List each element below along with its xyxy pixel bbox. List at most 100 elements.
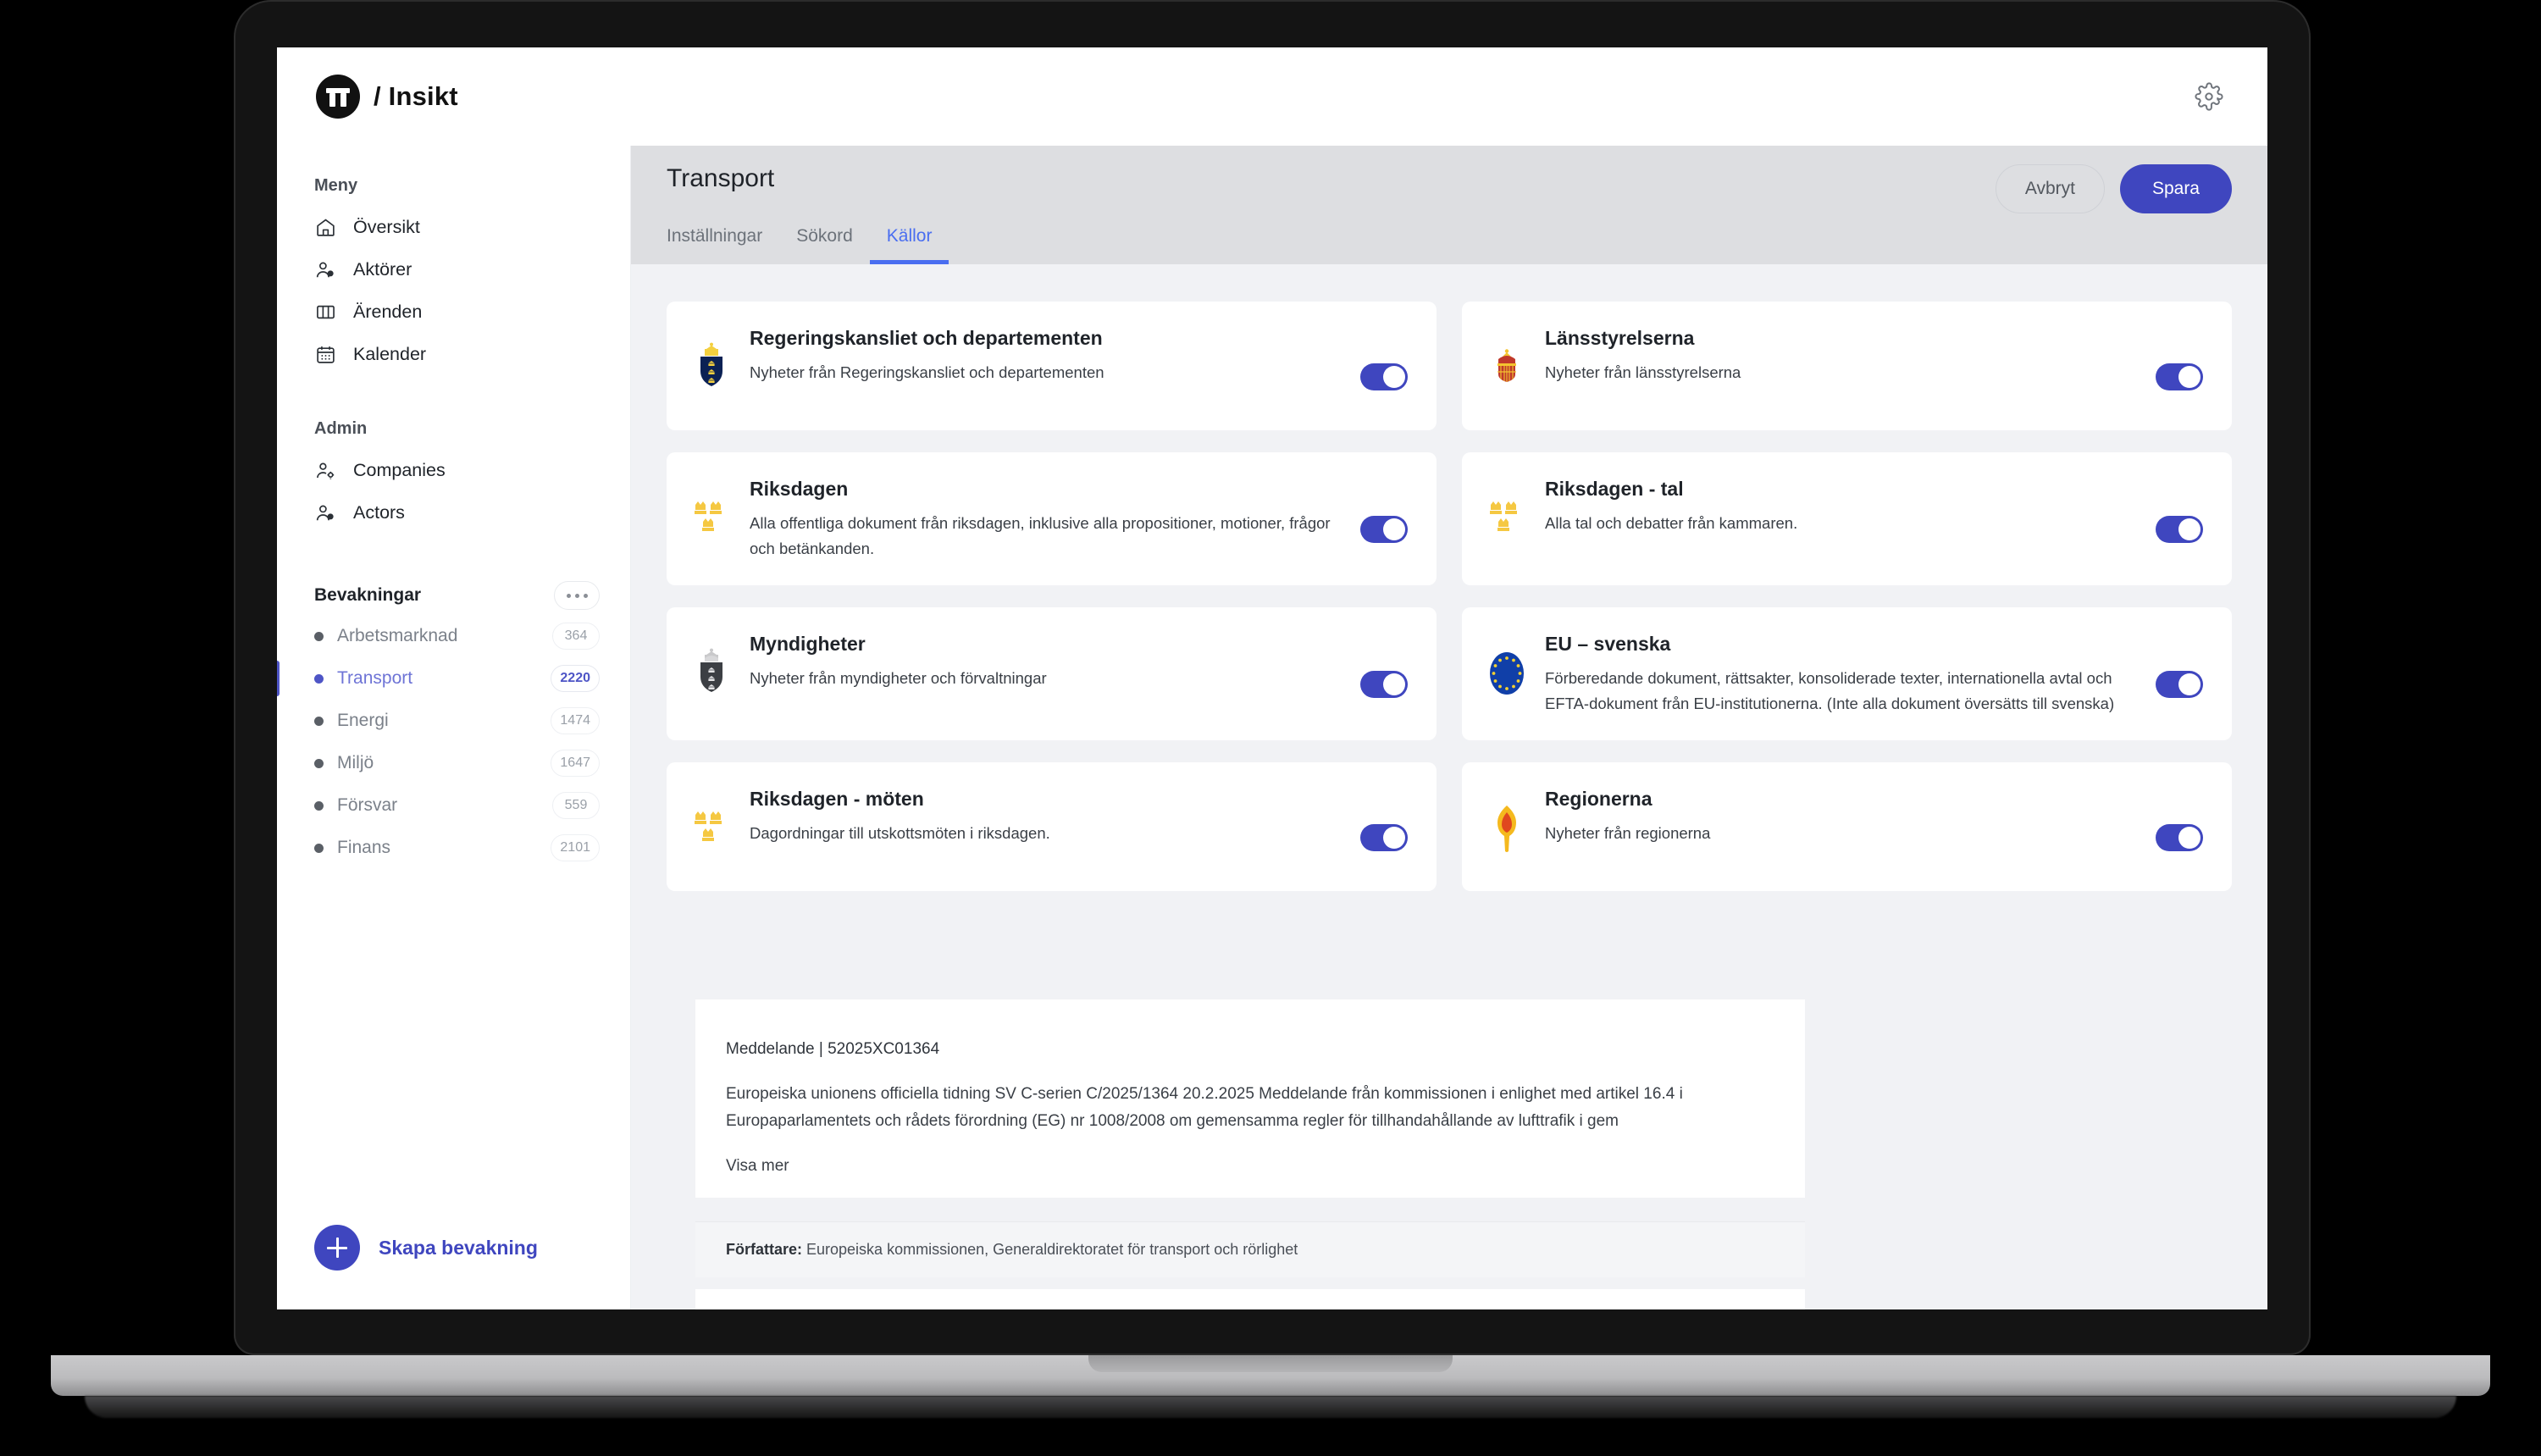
sidebar-item-label: Actors <box>353 501 405 523</box>
sources-grid: Regeringskansliet och departementen Nyhe… <box>667 302 2232 891</box>
source-card-body: EU – svenska Förberedande dokument, rätt… <box>1530 631 2142 717</box>
source-toggle[interactable] <box>1360 823 1408 851</box>
document-body-line-2: Europaparlamentets och rådets förordning… <box>726 1111 1619 1130</box>
document-card-tail <box>695 1289 1805 1309</box>
top-bar: / Insikt <box>277 47 2267 146</box>
watch-item-label: Miljö <box>337 753 374 772</box>
red-crown-icon <box>1484 337 1530 398</box>
source-toggle[interactable] <box>2156 671 2203 699</box>
users-icon <box>314 258 336 280</box>
source-card-body: Regionerna Nyheter från regionerna <box>1530 786 2142 846</box>
source-toggle[interactable] <box>1360 363 1408 390</box>
source-title: Regeringskansliet och departementen <box>750 327 1103 349</box>
document-meta: Meddelande | 52025XC01364 <box>726 1040 940 1058</box>
header-actions: Avbryt Spara <box>1995 164 2232 213</box>
create-bevakning-label: Skapa bevakning <box>379 1236 538 1259</box>
brand[interactable]: / Insikt <box>316 75 458 119</box>
users-icon <box>314 501 336 523</box>
source-title: Myndigheter <box>750 632 866 655</box>
watch-item-miljo[interactable]: Miljö 1647 <box>277 742 630 784</box>
sidebar-item-label: Kalender <box>353 343 427 364</box>
source-card[interactable]: Regeringskansliet och departementen Nyhe… <box>667 302 1437 430</box>
watch-item-forsvar[interactable]: Försvar 559 <box>277 784 630 827</box>
source-toggle[interactable] <box>1360 671 1408 699</box>
columns-icon <box>314 301 336 323</box>
sidebar-item-actors[interactable]: Actors <box>277 491 630 534</box>
more-dots-icon[interactable] <box>554 581 600 610</box>
watch-item-arbetsmarknad[interactable]: Arbetsmarknad 364 <box>277 615 630 657</box>
create-bevakning-button[interactable]: Skapa bevakning <box>314 1225 538 1271</box>
document-author: Författare: Europeiska kommissionen, Gen… <box>695 1221 1805 1277</box>
source-card[interactable]: Riksdagen Alla offentliga dokument från … <box>667 452 1437 585</box>
watch-item-label: Försvar <box>337 795 398 815</box>
watch-item-transport[interactable]: Transport 2220 <box>277 657 630 700</box>
source-card-body: Riksdagen - tal Alla tal och debatter fr… <box>1530 476 2142 536</box>
status-dot-icon <box>314 631 324 641</box>
brand-text: / Insikt <box>374 81 458 111</box>
three-crowns-icon <box>1484 488 1530 549</box>
source-card-body: Länsstyrelserna Nyheter från länsstyrels… <box>1530 325 2142 385</box>
three-crowns-icon <box>689 488 734 549</box>
watch-item-count: 364 <box>552 623 600 650</box>
source-card[interactable]: Riksdagen - möten Dagordningar till utsk… <box>667 761 1437 891</box>
document-body-line-1: Europeiska unionens officiella tidning S… <box>726 1085 1683 1103</box>
cancel-button[interactable]: Avbryt <box>1995 164 2105 213</box>
sidebar-section-meny: Meny <box>314 176 358 195</box>
source-description: Nyheter från myndigheter och förvaltning… <box>750 668 1047 687</box>
source-title: Riksdagen - möten <box>750 787 924 810</box>
source-card[interactable]: Riksdagen - tal Alla tal och debatter fr… <box>1462 452 2232 585</box>
sidebar-item-kalender[interactable]: Kalender <box>277 333 630 375</box>
source-card[interactable]: Länsstyrelserna Nyheter från länsstyrels… <box>1462 302 2232 430</box>
source-description: Nyheter från regionerna <box>1545 823 1711 842</box>
grey-coat-of-arms-icon <box>689 643 734 704</box>
source-title: Riksdagen <box>750 478 849 500</box>
status-dot-icon <box>314 800 324 811</box>
tab-bar: Inställningar Sökord Källor <box>667 214 949 264</box>
source-title: Länsstyrelserna <box>1545 327 1695 349</box>
document-card: Meddelande | 52025XC01364 Europeiska uni… <box>695 999 1805 1198</box>
watch-item-label: Energi <box>337 711 389 730</box>
gear-icon[interactable] <box>2189 77 2228 116</box>
source-title: Riksdagen - tal <box>1545 478 1684 500</box>
sidebar-item-oversikt[interactable]: Översikt <box>277 206 630 248</box>
source-toggle[interactable] <box>1360 516 1408 544</box>
sidebar-item-companies[interactable]: Companies <box>277 449 630 491</box>
source-description: Alla tal och debatter från kammaren. <box>1545 514 1798 532</box>
tab-sokord[interactable]: Sökord <box>779 214 870 264</box>
tab-kallor[interactable]: Källor <box>869 214 949 264</box>
status-dot-icon <box>314 673 324 684</box>
source-description: Alla offentliga dokument från riksdagen,… <box>750 514 1331 557</box>
source-card-body: Regeringskansliet och departementen Nyhe… <box>734 325 1347 385</box>
bevakningar-header: Bevakningar <box>277 534 630 615</box>
laptop-base-shadow <box>85 1396 2456 1418</box>
laptop-base-notch <box>1088 1355 1453 1372</box>
document-author-value: Europeiska kommissionen, Generaldirektor… <box>802 1241 1298 1258</box>
source-description: Dagordningar till utskottsmöten i riksda… <box>750 823 1050 842</box>
calendar-icon <box>314 343 336 365</box>
source-card-body: Riksdagen Alla offentliga dokument från … <box>734 476 1347 562</box>
user-gear-icon <box>314 459 336 481</box>
source-toggle[interactable] <box>2156 363 2203 390</box>
watch-item-finans[interactable]: Finans 2101 <box>277 827 630 869</box>
source-card[interactable]: Myndigheter Nyheter från myndigheter och… <box>667 606 1437 740</box>
save-button[interactable]: Spara <box>2119 164 2232 213</box>
source-card[interactable]: EU – svenska Förberedande dokument, rätt… <box>1462 606 2232 740</box>
sidebar-item-aktorer[interactable]: Aktörer <box>277 248 630 291</box>
source-card[interactable]: Regionerna Nyheter från regionerna <box>1462 761 2232 891</box>
source-title: EU – svenska <box>1545 632 1671 655</box>
watch-item-energi[interactable]: Energi 1474 <box>277 700 630 742</box>
source-toggle[interactable] <box>2156 823 2203 851</box>
sidebar-item-arenden[interactable]: Ärenden <box>277 291 630 333</box>
watch-item-count: 1647 <box>551 750 600 777</box>
sidebar-item-label: Ärenden <box>353 301 423 322</box>
background-document-panel: Meddelande | 52025XC01364 Europeiska uni… <box>631 988 2267 1309</box>
source-toggle[interactable] <box>2156 516 2203 544</box>
status-dot-icon <box>314 758 324 768</box>
source-title: Regionerna <box>1545 787 1652 810</box>
tab-installningar[interactable]: Inställningar <box>667 214 779 264</box>
watch-item-count: 1474 <box>551 707 600 734</box>
document-author-label: Författare: <box>726 1241 803 1258</box>
sidebar-item-label: Aktörer <box>353 258 412 280</box>
show-more-link[interactable]: Visa mer <box>726 1135 1774 1198</box>
bevakningar-label: Bevakningar <box>314 585 422 605</box>
